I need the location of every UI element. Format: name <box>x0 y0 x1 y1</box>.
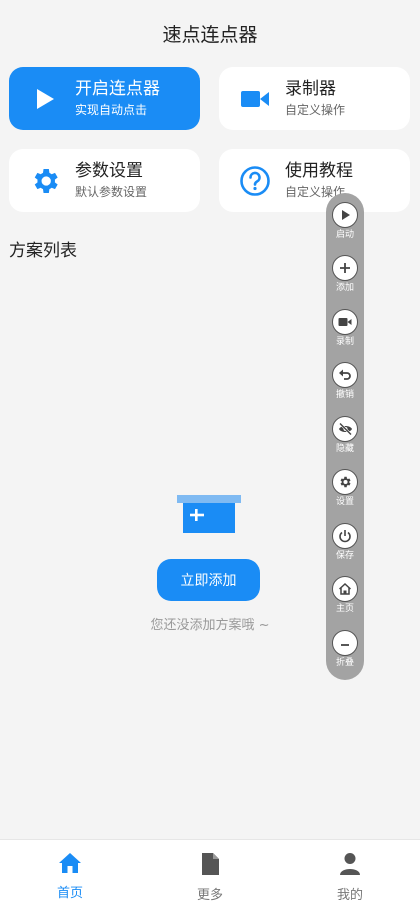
float-label: 撤销 <box>335 390 354 400</box>
float-collapse-button[interactable]: 折叠 <box>326 630 364 669</box>
float-label: 折叠 <box>335 658 354 668</box>
eye-off-icon <box>332 416 358 442</box>
minus-icon <box>332 630 358 656</box>
card-subtitle: 自定义操作 <box>285 103 346 117</box>
card-subtitle: 实现自动点击 <box>75 103 148 117</box>
add-now-button[interactable]: 立即添加 <box>157 559 260 601</box>
float-label: 保存 <box>335 551 354 561</box>
home-icon <box>332 576 358 602</box>
card-title: 参数设置 <box>75 161 143 181</box>
empty-box-illustration <box>177 495 241 533</box>
play-icon <box>27 81 63 117</box>
tab-label: 首页 <box>56 886 83 901</box>
gear-icon <box>332 469 358 495</box>
recorder-card[interactable]: 录制器 自定义操作 <box>219 67 410 130</box>
float-label: 启动 <box>335 230 354 240</box>
power-icon <box>332 523 358 549</box>
scheme-list-title: 方案列表 <box>9 241 77 261</box>
tutorial-card[interactable]: 使用教程 自定义操作 <box>219 149 410 212</box>
float-label: 录制 <box>335 337 354 347</box>
start-clicker-card[interactable]: 开启连点器 实现自动点击 <box>9 67 200 130</box>
card-subtitle: 默认参数设置 <box>75 185 148 199</box>
float-label: 主页 <box>335 604 354 614</box>
tab-label: 更多 <box>196 888 223 901</box>
settings-card[interactable]: 参数设置 默认参数设置 <box>9 149 200 212</box>
tab-label: 我的 <box>336 888 363 901</box>
tab-mine[interactable]: 我的 <box>280 840 420 901</box>
app-title: 速点连点器 <box>162 24 258 46</box>
float-label: 隐藏 <box>335 444 354 454</box>
user-icon <box>339 852 361 880</box>
float-label: 添加 <box>335 283 354 293</box>
floating-toolbar[interactable]: 启动 添加 录制 撤销 隐藏 设置 保存 主页 折叠 <box>326 193 364 680</box>
float-undo-button[interactable]: 撤销 <box>326 362 364 401</box>
card-title: 开启连点器 <box>75 79 160 99</box>
float-settings-button[interactable]: 设置 <box>326 469 364 508</box>
float-hide-button[interactable]: 隐藏 <box>326 416 364 455</box>
question-circle-icon <box>237 163 273 199</box>
float-label: 设置 <box>335 497 354 507</box>
video-camera-icon <box>332 309 358 335</box>
tab-home[interactable]: 首页 <box>0 840 140 901</box>
float-home-button[interactable]: 主页 <box>326 576 364 615</box>
play-icon <box>332 202 358 228</box>
gear-icon <box>27 163 63 199</box>
bottom-tab-bar: 首页 更多 我的 <box>0 839 420 901</box>
undo-icon <box>332 362 358 388</box>
video-camera-icon <box>237 81 273 117</box>
float-add-button[interactable]: 添加 <box>326 255 364 294</box>
card-title: 录制器 <box>285 79 336 99</box>
home-icon <box>58 852 82 878</box>
document-icon <box>200 852 220 880</box>
float-start-button[interactable]: 启动 <box>326 202 364 241</box>
tab-more[interactable]: 更多 <box>140 840 280 901</box>
plus-icon <box>332 255 358 281</box>
float-record-button[interactable]: 录制 <box>326 309 364 348</box>
card-title: 使用教程 <box>285 161 353 181</box>
float-save-button[interactable]: 保存 <box>326 523 364 562</box>
